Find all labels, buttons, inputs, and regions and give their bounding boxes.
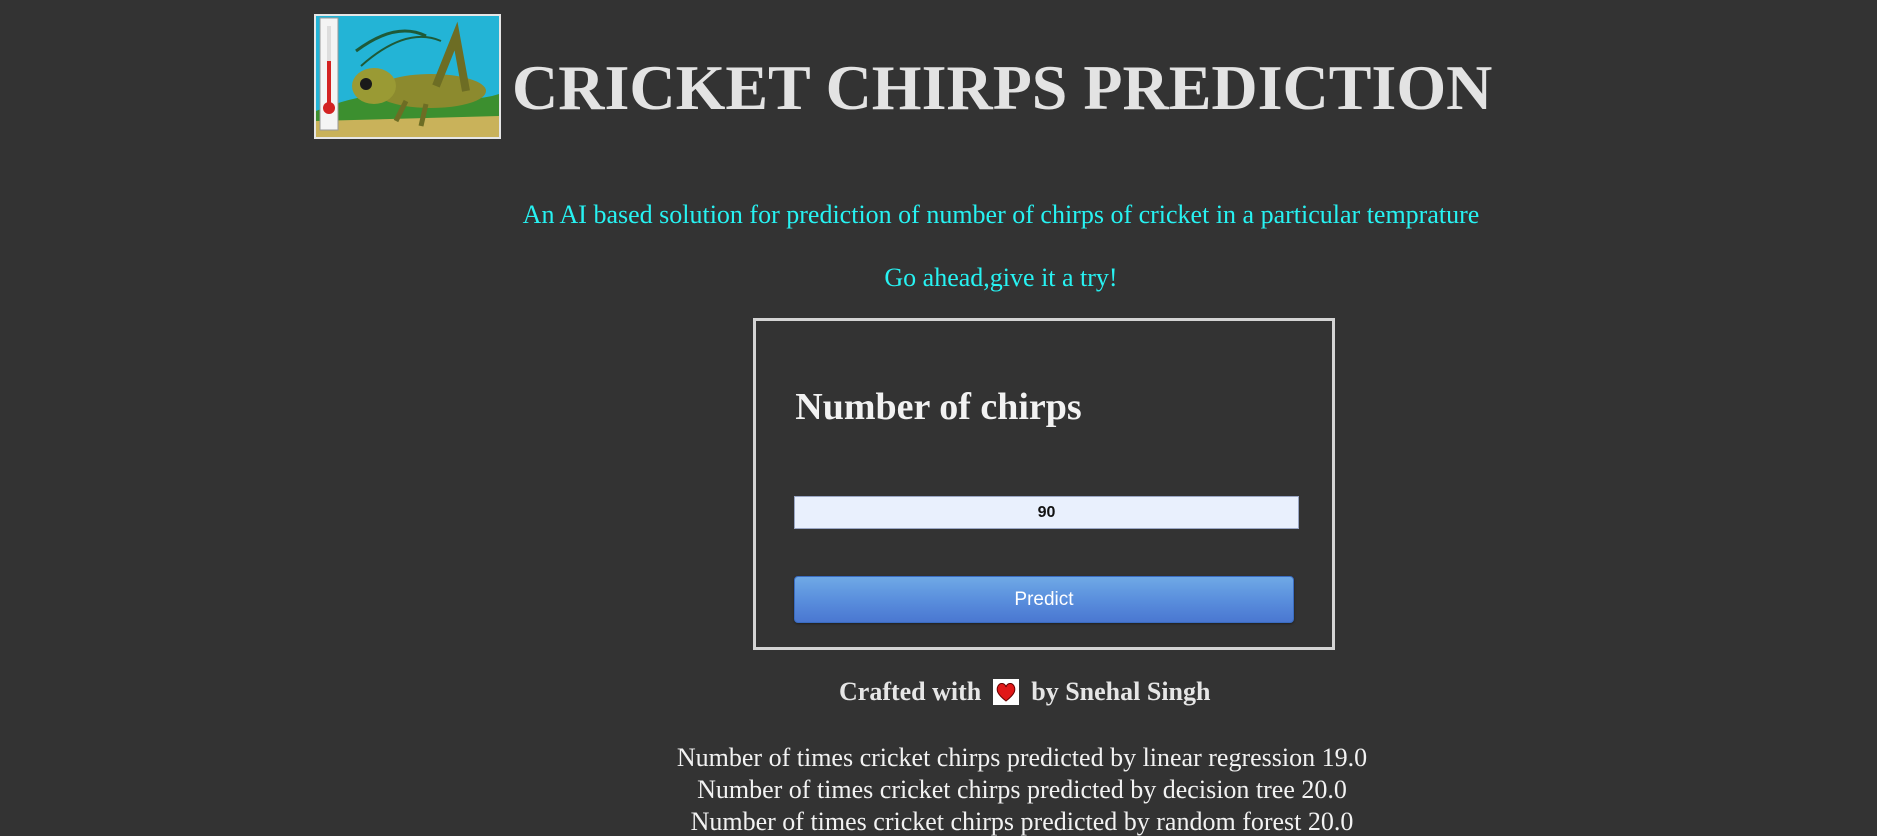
page-title: CRICKET CHIRPS PREDICTION (512, 52, 1493, 123)
result-decision-tree: Number of times cricket chirps predicted… (697, 775, 1347, 804)
result-random-forest: Number of times cricket chirps predicted… (690, 807, 1354, 836)
crafted-prefix: Crafted with (839, 677, 982, 706)
crafted-by: Crafted with by Snehal Singh (839, 679, 1210, 705)
intro-description: An AI based solution for prediction of n… (522, 200, 1480, 229)
cricket-logo-icon (314, 14, 501, 139)
form-heading: Number of chirps (795, 386, 1082, 428)
chirps-input[interactable] (794, 496, 1299, 529)
heart-icon (993, 679, 1020, 705)
predict-button[interactable]: Predict (794, 576, 1294, 623)
crafted-suffix: by Snehal Singh (1031, 677, 1211, 706)
intro-cta: Go ahead,give it a try! (884, 263, 1118, 292)
page: CRICKET CHIRPS PREDICTION An AI based so… (0, 0, 1877, 836)
result-linear-regression: Number of times cricket chirps predicted… (676, 743, 1368, 772)
